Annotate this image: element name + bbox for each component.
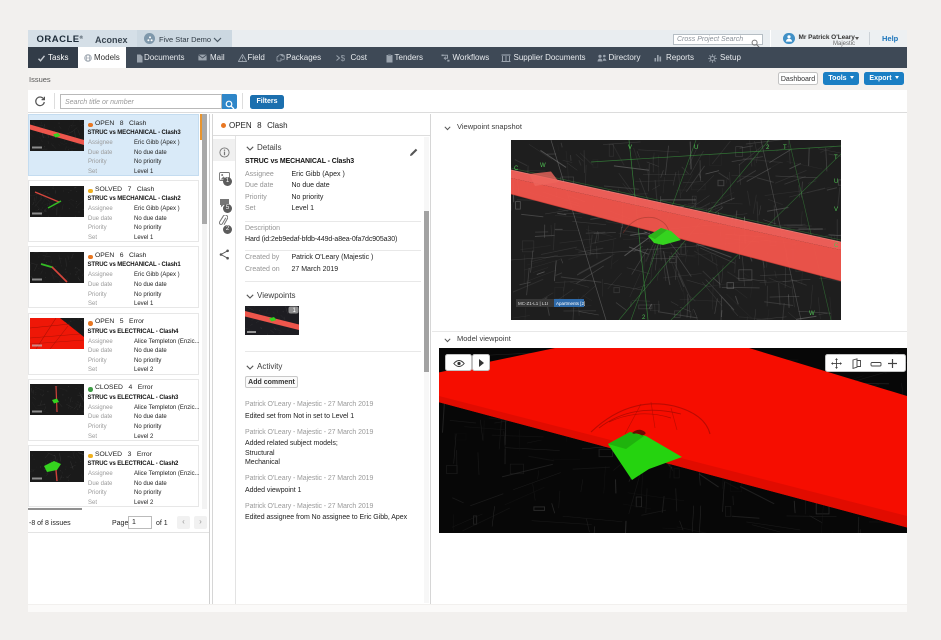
svg-text:U: U (834, 179, 838, 185)
svg-text:T: T (834, 155, 838, 161)
svg-text:C: C (834, 243, 839, 249)
svg-text:Apartments [2]: Apartments [2] (556, 301, 585, 306)
svg-text:U: U (694, 145, 698, 151)
svg-text:MC-Z1-L1 | L1I: MC-Z1-L1 | L1I (518, 301, 548, 306)
svg-text:C: C (514, 166, 519, 172)
svg-text:W: W (540, 163, 546, 169)
svg-text:$: $ (341, 54, 346, 62)
svg-text:W: W (809, 311, 815, 317)
svg-text:V: V (628, 145, 632, 151)
svg-text:T: T (783, 145, 787, 151)
svg-text:V: V (834, 207, 838, 213)
